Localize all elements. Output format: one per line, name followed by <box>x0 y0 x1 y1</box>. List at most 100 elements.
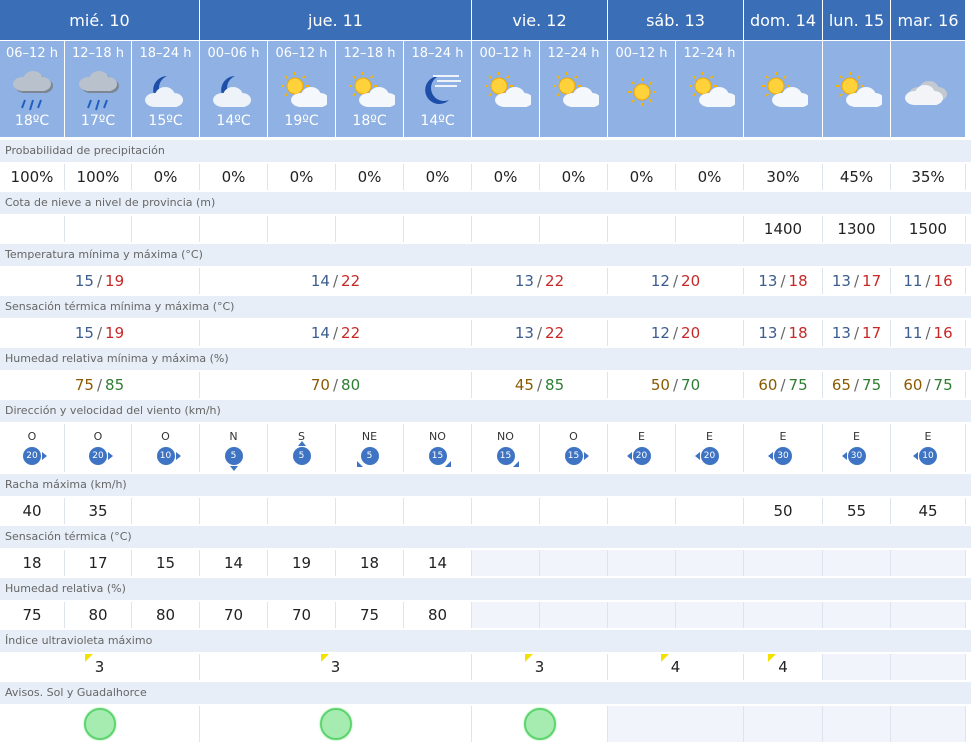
feel1-cell <box>823 550 891 576</box>
hum1-cell: 80 <box>132 602 200 628</box>
uv-flag-icon <box>320 654 329 662</box>
day-header: dom. 14 <box>744 0 823 40</box>
max-value: 22 <box>545 272 565 290</box>
wind-speed: 15 <box>564 447 583 465</box>
hum1-cell: 75 <box>336 602 404 628</box>
wind-badge: 15 <box>564 447 589 465</box>
wind-cell: O 20 <box>65 424 132 472</box>
period-temp: 17ºC <box>80 113 116 129</box>
period-label: 18–24 h <box>139 46 192 61</box>
snow-cell <box>404 216 472 242</box>
alert-green-dot-icon[interactable] <box>83 708 116 740</box>
day-header: sáb. 13 <box>608 0 744 40</box>
hum1-cell <box>891 602 966 628</box>
wind-arrow-icon <box>42 452 47 460</box>
min-value: 13 <box>831 324 851 342</box>
separator: / <box>780 376 786 394</box>
wind-direction: NO <box>429 430 446 443</box>
feels-cell: 13/17 <box>823 320 891 346</box>
snow-cell: 1400 <box>744 216 823 242</box>
wind-cell: E 20 <box>676 424 744 472</box>
wind-arrow-icon <box>108 452 113 460</box>
uv-flag-icon <box>84 654 93 662</box>
wind-badge: 20 <box>694 447 719 465</box>
wind-cell: NO 15 <box>472 424 540 472</box>
uv-number: 3 <box>94 658 105 676</box>
wind-badge: 30 <box>768 447 792 465</box>
separator: / <box>96 324 103 342</box>
wind-direction: O <box>161 430 170 443</box>
row-label: Dirección y velocidad del viento (km/h) <box>0 400 971 422</box>
gust-cell <box>472 498 540 524</box>
alert-green-dot-icon[interactable] <box>523 708 556 740</box>
precip-cell: 0% <box>404 164 472 190</box>
period-label: 12–24 h <box>547 46 600 61</box>
min-value: 15 <box>74 324 94 342</box>
min-value: 14 <box>310 324 330 342</box>
wind-arrow-icon <box>229 466 238 471</box>
alerts-cell <box>891 706 966 742</box>
moon-haze-icon <box>413 68 463 118</box>
period-temp: 14ºC <box>216 113 251 129</box>
separator: / <box>96 272 103 290</box>
wind-direction: E <box>924 430 932 443</box>
min-value: 13 <box>514 324 534 342</box>
wind-arrow-icon <box>768 452 773 460</box>
wind-speed: 20 <box>700 447 719 465</box>
sun-cloud-icon <box>481 68 533 118</box>
wind-arrow-icon <box>512 461 519 467</box>
row-label: Humedad relativa (%) <box>0 578 971 600</box>
wind-arrow-icon <box>297 441 306 446</box>
precip-cell: 30% <box>744 164 823 190</box>
period-label: 00–12 h <box>479 46 532 61</box>
precip-cell: 0% <box>336 164 404 190</box>
feels-cell: 11/16 <box>891 320 966 346</box>
alerts-cell <box>744 706 823 742</box>
wind-direction: O <box>27 430 37 443</box>
precip-cell: 0% <box>268 164 336 190</box>
uv-cell <box>891 654 966 680</box>
gust-cell: 40 <box>0 498 65 524</box>
separator: / <box>672 272 679 290</box>
snow-cell <box>268 216 336 242</box>
hum-cell: 60/75 <box>891 372 966 398</box>
gust-cell <box>200 498 268 524</box>
snow-cell <box>336 216 404 242</box>
uv-flag-icon <box>768 654 777 662</box>
period-cell <box>744 41 823 137</box>
feel1-cell <box>891 550 966 576</box>
wind-badge: 20 <box>89 447 113 465</box>
day-header: mar. 16 <box>891 0 966 40</box>
temp-cell: 14/22 <box>200 268 472 294</box>
uv-value: 3 <box>524 654 544 676</box>
hum-cell: 50/70 <box>608 372 744 398</box>
wind-cell: NO 15 <box>404 424 472 472</box>
uv-cell: 3 <box>0 654 200 680</box>
hum-cell: 75/85 <box>0 372 200 398</box>
precip-cell: 0% <box>132 164 200 190</box>
alert-green-dot-icon[interactable] <box>319 708 352 740</box>
min-value: 12 <box>650 324 670 342</box>
gust-cell <box>336 498 404 524</box>
wind-cell: O 15 <box>540 424 608 472</box>
hum1-cell: 75 <box>0 602 65 628</box>
hum1-cell: 80 <box>404 602 472 628</box>
max-value: 22 <box>341 324 361 342</box>
uv-cell: 4 <box>744 654 823 680</box>
separator: / <box>925 324 931 342</box>
hum1-cell <box>540 602 608 628</box>
hum1-cell <box>608 602 676 628</box>
wind-direction: E <box>706 430 713 443</box>
wind-speed: 20 <box>23 447 41 465</box>
period-temp: 15ºC <box>148 113 183 129</box>
gust-cell: 35 <box>65 498 132 524</box>
day-header: lun. 15 <box>823 0 891 40</box>
precip-cell: 100% <box>0 164 65 190</box>
uv-cell: 4 <box>608 654 744 680</box>
row-label: Sensación térmica (°C) <box>0 526 971 548</box>
period-cell: 06–12 h 18ºC <box>0 41 65 137</box>
feel1-cell: 18 <box>336 550 404 576</box>
min-value: 14 <box>310 272 330 290</box>
uv-cell <box>823 654 891 680</box>
period-label: 12–18 h <box>343 46 396 61</box>
